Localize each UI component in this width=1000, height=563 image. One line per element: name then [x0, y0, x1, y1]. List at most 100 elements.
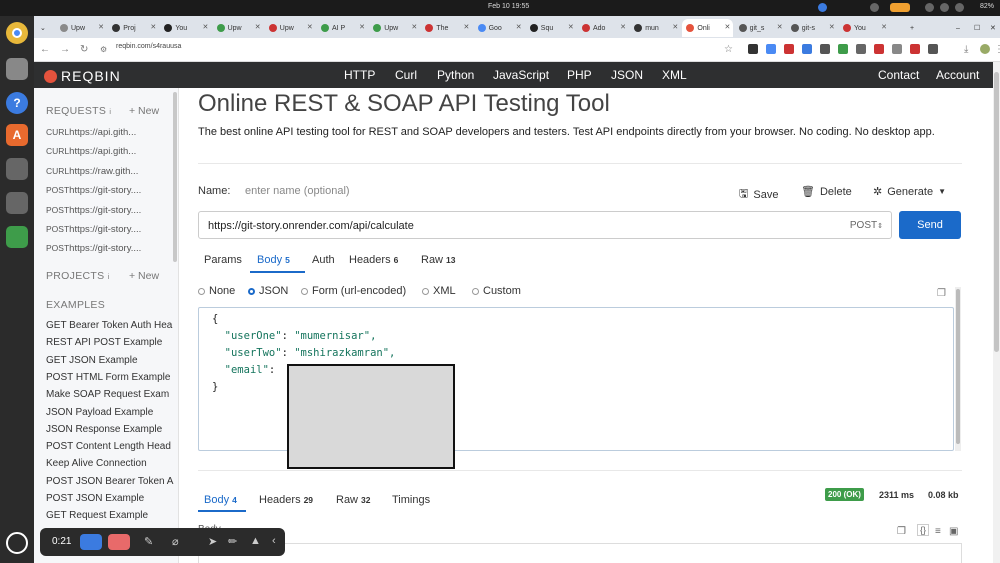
editor-scrollbar[interactable] — [955, 287, 961, 451]
response-tab-raw[interactable]: Raw 32 — [336, 494, 370, 506]
browser-tab[interactable]: Upw ✕ — [213, 19, 264, 37]
browser-tab[interactable]: Upw ✕ — [265, 19, 316, 37]
collapse-icon[interactable]: ‹ — [272, 535, 276, 547]
software-center-icon[interactable]: A — [6, 124, 28, 146]
request-tab-raw[interactable]: Raw 13 — [421, 254, 455, 266]
close-tab-icon[interactable]: ✕ — [307, 23, 313, 31]
nav-account[interactable]: Account — [936, 68, 979, 82]
new-project-button[interactable]: + New — [129, 270, 159, 282]
save-button[interactable]: 🖫 Save — [739, 185, 778, 204]
request-history-item[interactable]: POSThttps://git-story.... — [46, 185, 141, 196]
close-tab-icon[interactable]: ✕ — [620, 23, 626, 31]
response-tab-headers[interactable]: Headers 29 — [259, 494, 313, 506]
method-select[interactable]: POST⇕ — [850, 220, 883, 231]
editor-scrollbar-thumb[interactable] — [956, 289, 960, 444]
reqbin-logo[interactable]: REQBIN — [44, 68, 121, 84]
braces-icon[interactable]: {} — [917, 524, 930, 536]
extension-icon[interactable] — [784, 44, 794, 54]
request-url-field[interactable]: https://git-story.onrender.com/api/calcu… — [198, 211, 892, 239]
pointer-icon[interactable]: ➤ — [208, 535, 217, 548]
copy-icon[interactable]: ❐ — [937, 288, 946, 299]
nav-php[interactable]: PHP — [567, 68, 592, 82]
request-history-item[interactable]: CURLhttps://api.gith... — [46, 127, 136, 138]
close-tab-icon[interactable]: ✕ — [777, 23, 783, 31]
response-tab-body[interactable]: Body 4 — [204, 494, 237, 506]
body-type-radio[interactable]: XML — [422, 285, 456, 297]
example-link[interactable]: Make SOAP Request Exam — [46, 389, 169, 400]
example-link[interactable]: JSON Response Example — [46, 424, 162, 435]
browser-tab[interactable]: You ✕ — [160, 19, 211, 37]
browser-tab[interactable]: Upw ✕ — [369, 19, 420, 37]
show-apps-icon[interactable] — [6, 532, 28, 554]
reload-icon[interactable]: ↻ — [80, 44, 88, 55]
extension-icon[interactable] — [856, 44, 866, 54]
request-tab-params[interactable]: Params — [204, 254, 242, 266]
example-link[interactable]: POST JSON Example — [46, 493, 144, 504]
close-tab-icon[interactable]: ✕ — [516, 23, 522, 31]
ssd-icon[interactable] — [6, 192, 28, 214]
sidebar-scrollbar[interactable] — [173, 92, 177, 262]
request-history-item[interactable]: CURLhttps://api.gith... — [46, 146, 136, 157]
example-link[interactable]: POST JSON Bearer Token A — [46, 476, 173, 487]
response-body-viewer[interactable] — [198, 543, 962, 563]
copy-icon[interactable]: ❐ — [897, 526, 906, 537]
generate-button[interactable]: ✲ Generate ▼ — [873, 185, 946, 199]
close-tab-icon[interactable]: ✕ — [255, 23, 261, 31]
name-input[interactable]: enter name (optional) — [245, 185, 350, 197]
chrome-icon[interactable] — [6, 22, 28, 44]
nav-contact[interactable]: Contact — [878, 68, 919, 82]
browser-tab[interactable]: Goo ✕ — [474, 19, 525, 37]
close-tab-icon[interactable]: ✕ — [150, 23, 156, 31]
close-tab-icon[interactable]: ✕ — [881, 23, 887, 31]
extension-icon[interactable] — [874, 44, 884, 54]
body-type-radio[interactable]: Form (url-encoded) — [301, 285, 406, 297]
browser-tab[interactable]: Squ ✕ — [526, 19, 577, 37]
back-icon[interactable]: ← — [40, 44, 50, 55]
extension-icon[interactable] — [838, 44, 848, 54]
close-tab-icon[interactable]: ✕ — [568, 23, 574, 31]
extension-icon[interactable] — [820, 44, 830, 54]
extension-icon[interactable] — [910, 44, 920, 54]
stop-button[interactable] — [108, 534, 130, 550]
mic-off-icon[interactable]: ✎ — [144, 535, 153, 548]
extension-icon[interactable] — [802, 44, 812, 54]
request-history-item[interactable]: POSThttps://git-story.... — [46, 243, 141, 254]
body-type-radio[interactable]: None — [198, 285, 235, 297]
nav-curl[interactable]: Curl — [395, 68, 417, 82]
nav-xml[interactable]: XML — [662, 68, 687, 82]
menu-icon[interactable]: ⋮ — [994, 44, 1000, 55]
browser-tab[interactable]: git_s ✕ — [735, 19, 786, 37]
address-bar[interactable]: reqbin.com/s4rauusa — [116, 43, 181, 50]
minimize-icon[interactable]: – — [952, 19, 960, 37]
nav-javascript[interactable]: JavaScript — [493, 68, 549, 82]
highlighter-icon[interactable]: ▲ — [250, 535, 261, 547]
help-icon[interactable]: ? — [6, 92, 28, 114]
body-type-radio[interactable]: Custom — [472, 285, 521, 297]
request-history-item[interactable]: POSThttps://git-story.... — [46, 224, 141, 235]
request-history-item[interactable]: CURLhttps://raw.gith... — [46, 166, 138, 177]
new-tab-button[interactable]: + — [906, 19, 914, 37]
page-scrollbar-thumb[interactable] — [994, 72, 999, 352]
close-tab-icon[interactable]: ✕ — [359, 23, 365, 31]
download-icon[interactable]: ⤓ — [964, 44, 968, 55]
puzzle-icon[interactable] — [928, 44, 938, 54]
response-tab-timings[interactable]: Timings — [392, 494, 430, 506]
avatar[interactable] — [980, 44, 990, 54]
files-icon[interactable] — [6, 58, 28, 80]
camera-off-icon[interactable]: ⌀ — [172, 535, 179, 548]
close-tab-icon[interactable]: ✕ — [829, 23, 835, 31]
request-tab-auth[interactable]: Auth — [312, 254, 335, 266]
close-tab-icon[interactable]: ✕ — [725, 23, 731, 31]
pen-icon[interactable]: ✏ — [228, 535, 237, 548]
example-link[interactable]: POST Content Length Head — [46, 441, 171, 452]
browser-tab[interactable]: mun ✕ — [630, 19, 681, 37]
request-tab-body[interactable]: Body 5 — [257, 254, 290, 266]
close-tab-icon[interactable]: ✕ — [464, 23, 470, 31]
extension-icon[interactable] — [748, 44, 758, 54]
close-tab-icon[interactable]: ✕ — [672, 23, 678, 31]
close-tab-icon[interactable]: ✕ — [203, 23, 209, 31]
trash-icon[interactable] — [6, 226, 28, 248]
close-tab-icon[interactable]: ✕ — [411, 23, 417, 31]
browser-tab[interactable]: Proj ✕ — [108, 19, 159, 37]
request-history-item[interactable]: POSThttps://git-story.... — [46, 205, 141, 216]
